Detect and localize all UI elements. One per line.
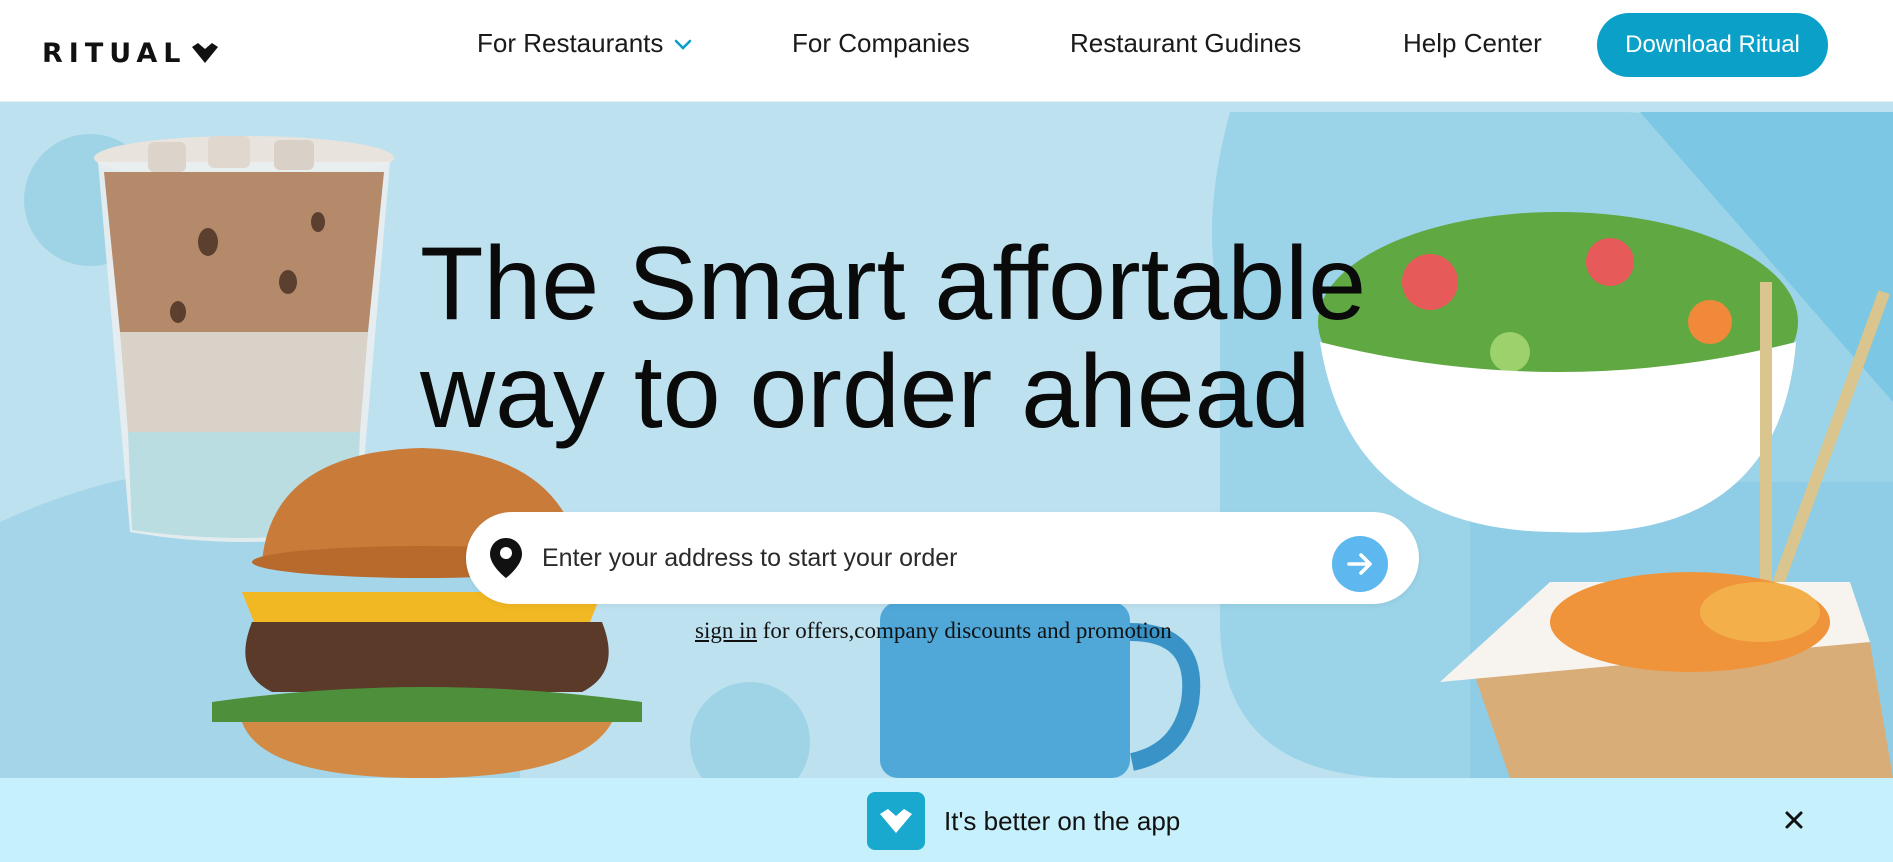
headline-line-2: way to order ahead bbox=[420, 334, 1311, 450]
download-ritual-button[interactable]: Download Ritual bbox=[1597, 13, 1828, 77]
nav-item-label: For Companies bbox=[792, 28, 970, 58]
burger-image bbox=[212, 448, 642, 778]
heart-check-icon bbox=[880, 809, 912, 833]
nav-item-label: Restaurant Gudines bbox=[1070, 28, 1302, 58]
top-nav: RITUAL For Restaurants For Companies Res… bbox=[0, 0, 1893, 102]
nav-item-for-companies[interactable]: For Companies bbox=[792, 28, 970, 59]
nav-item-help-center[interactable]: Help Center bbox=[1403, 28, 1542, 59]
address-search-bar bbox=[466, 512, 1419, 604]
ritual-app-icon[interactable] bbox=[867, 792, 925, 850]
app-download-banner: It's better on the app bbox=[0, 778, 1893, 862]
search-submit-button[interactable] bbox=[1332, 536, 1388, 592]
signin-prompt-text: for offers,company discounts and promoti… bbox=[756, 618, 1172, 643]
hero-headline: The Smart affortable way to order ahead bbox=[420, 230, 1380, 446]
nav-item-for-restaurants[interactable]: For Restaurants bbox=[477, 28, 693, 59]
headline-line-1: The Smart affortable bbox=[420, 226, 1367, 342]
sign-in-link[interactable]: sign in bbox=[695, 618, 757, 643]
close-banner-button[interactable] bbox=[1778, 804, 1810, 836]
arrow-right-icon bbox=[1347, 553, 1372, 575]
nav-item-label: For Restaurants bbox=[477, 28, 664, 58]
takeout-box-image bbox=[1440, 282, 1893, 778]
app-banner-text: It's better on the app bbox=[944, 806, 1181, 836]
hero-section: The Smart affortable way to order ahead … bbox=[0, 102, 1893, 778]
location-pin-icon bbox=[490, 538, 522, 578]
nav-item-restaurant-guides[interactable]: Restaurant Gudines bbox=[1070, 28, 1301, 59]
nav-item-label: Help Center bbox=[1403, 28, 1542, 58]
close-icon bbox=[1785, 811, 1803, 829]
chevron-down-icon bbox=[675, 39, 692, 50]
address-search-input[interactable] bbox=[542, 528, 1302, 588]
